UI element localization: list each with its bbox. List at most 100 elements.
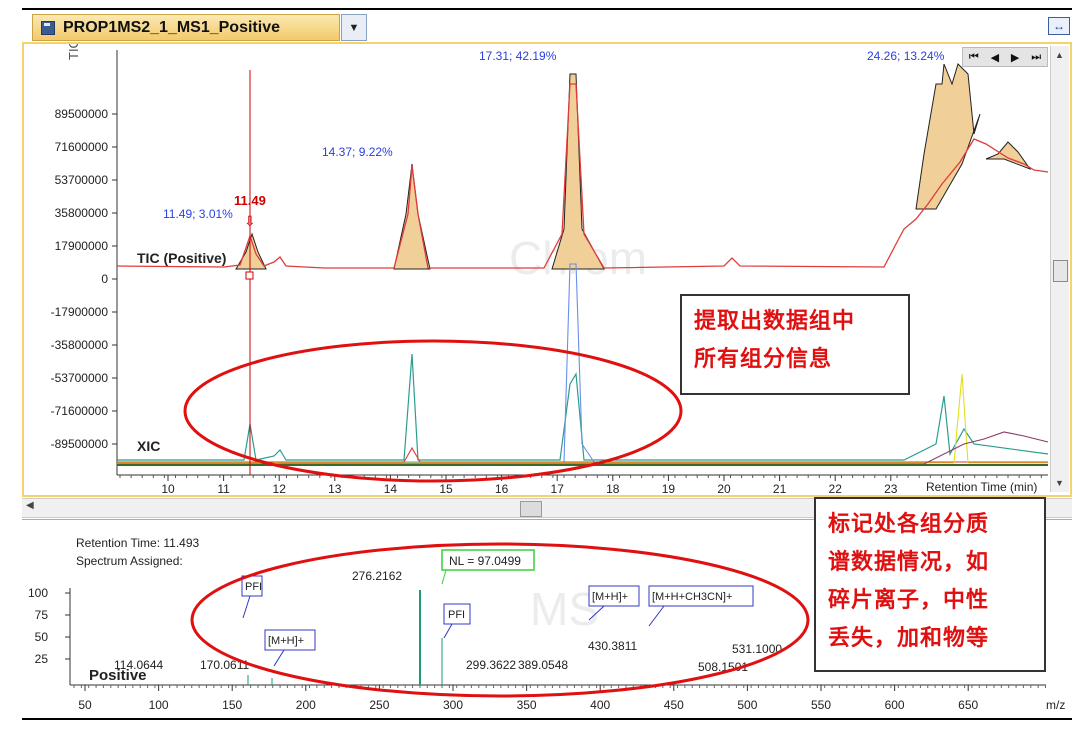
first-peak-icon[interactable]: ⏮ (969, 51, 979, 64)
peak-fill-14 (393, 163, 431, 270)
y-tick-label: 35800000 (55, 206, 109, 220)
spectrum-y-tick-label: 25 (35, 652, 49, 666)
y-tick-label: 71600000 (55, 140, 109, 154)
spectrum-annotation: 标记处各组分质 谱数据情况，如 碎片离子，中性 丢失，加和物等 (814, 497, 1046, 672)
spectrum-assigned-text: Spectrum Assigned: (76, 554, 183, 568)
vertical-scrollbar[interactable]: ▲ ▼ (1050, 46, 1069, 492)
spectrum-x-tick-label: 150 (222, 698, 242, 712)
x-tick-label: 23 (884, 482, 898, 495)
callout-pfi-2: PFI (448, 609, 465, 621)
y-axis-label: TIC (66, 44, 81, 60)
y-tick-label: -89500000 (51, 437, 109, 451)
callout-pfi-1: PFI (245, 581, 262, 593)
save-icon[interactable] (41, 20, 55, 35)
vertical-scroll-thumb[interactable] (1053, 260, 1068, 282)
x-ticks: 10 11 12 13 14 15 16 17 18 19 20 21 22 23 (119, 475, 1042, 496)
cursor-label: 11.49 (234, 193, 266, 208)
tab-title: PROP1MS2_1_MS1_Positive (63, 18, 280, 36)
callout-mh-2: [M+H]+ (592, 591, 628, 603)
x-tick-label: 16 (495, 482, 509, 495)
peak-fill-25 (985, 141, 1032, 171)
x-tick-label: 17 (551, 482, 565, 495)
annotation-line: 提取出数据组中 (694, 308, 856, 333)
y-tick-label: 17900000 (55, 239, 109, 253)
spectrum-x-tick-label: 450 (664, 698, 684, 712)
prev-peak-icon[interactable]: ◀ (991, 51, 999, 64)
expand-range-icon[interactable]: ↔ (1048, 17, 1070, 35)
peak-label-3: 17.31; 42.19% (479, 49, 557, 63)
spectrum-x-tick-label: 350 (517, 698, 537, 712)
spectrum-x-ticks: 50 100 150 200 250 300 350 400 450 500 550 600 650 (73, 685, 1047, 712)
spectrum-y-ticks: 100 75 50 25 (28, 586, 70, 666)
tab-prop1ms2[interactable]: PROP1MS2_1_MS1_Positive (32, 14, 340, 41)
peak-label-4: 24.26; 13.24% (867, 49, 945, 63)
xic-label: XIC (137, 438, 160, 454)
scroll-left-icon[interactable]: ◀ (26, 500, 34, 511)
last-peak-icon[interactable]: ⏭ (1031, 51, 1041, 64)
spectrum-x-tick-label: 300 (443, 698, 463, 712)
horizontal-scroll-thumb[interactable] (520, 501, 542, 517)
y-tick-label: 0 (101, 272, 108, 286)
mz-label-276: 276.2162 (352, 569, 402, 583)
annotation-line: 谱数据情况，如 (828, 549, 990, 574)
spectrum-x-tick-label: 200 (296, 698, 316, 712)
cursor-arrow-icon: ⇩ (244, 213, 256, 229)
retention-time-text: Retention Time: 11.493 (76, 536, 200, 550)
mz-label-430: 430.3811 (588, 639, 637, 653)
chromatogram-plot: TIC 89500000 71600000 53700000 35800000 1790… (51, 39, 1049, 496)
chromatogram-annotation: 提取出数据组中 所有组分信息 (680, 294, 910, 395)
spectrum-y-tick-label: 100 (28, 586, 48, 600)
peak-label-1: 11.49; 3.01% (163, 207, 233, 221)
spectrum-x-axis-label: m/z (1046, 698, 1065, 712)
y-ticks: 89500000 71600000 53700000 35800000 17900000… (51, 107, 117, 451)
chevron-down-icon: ▼ (348, 21, 360, 34)
bottom-divider (22, 718, 1072, 720)
y-tick-label: -35800000 (51, 338, 109, 352)
x-tick-label: 22 (829, 482, 843, 495)
spectrum-x-tick-label: 400 (590, 698, 610, 712)
callout-mh-1: [M+H]+ (268, 635, 304, 647)
nl-label: NL = 97.0499 (449, 554, 521, 568)
nl-pointer (441, 569, 447, 585)
callout-pointer (273, 649, 285, 667)
x-tick-label: 14 (384, 482, 398, 495)
y-tick-label: -53700000 (51, 371, 109, 385)
annotation-line: 丢失，加和物等 (828, 625, 990, 650)
cursor-marker[interactable] (245, 271, 254, 280)
peak-fill-24 (915, 63, 981, 210)
y-tick-label: -71600000 (51, 404, 109, 418)
x-tick-label: 18 (606, 482, 620, 495)
mz-label-299: 299.3622 (466, 658, 516, 672)
y-tick-label: 53700000 (55, 173, 109, 187)
scroll-up-icon[interactable]: ▲ (1055, 50, 1064, 60)
peak-label-2: 14.37; 9.22% (322, 145, 393, 159)
mz-label-389: 389.0548 (518, 658, 568, 672)
x-tick-label: 10 (161, 482, 175, 495)
spectrum-x-tick-label: 500 (737, 698, 757, 712)
x-tick-label: 15 (439, 482, 453, 495)
annotation-line: 所有组分信息 (694, 346, 833, 371)
chromatogram-panel[interactable]: TIC 89500000 71600000 53700000 35800000 1790… (22, 39, 1072, 497)
peak-navigation: ⏮ ◀ ▶ ⏭ (962, 47, 1048, 67)
spectrum-y-tick-label: 75 (35, 608, 49, 622)
top-divider (22, 8, 1072, 10)
spectrum-x-tick-label: 100 (149, 698, 169, 712)
spectrum-x-tick-label: 650 (958, 698, 978, 712)
tic-label: TIC (Positive) (137, 250, 226, 266)
callout-pointer (648, 605, 665, 627)
next-peak-icon[interactable]: ▶ (1011, 51, 1019, 64)
x-tick-label: 21 (773, 482, 787, 495)
tab-dropdown-button[interactable]: ▼ (341, 14, 367, 41)
y-tick-label: -17900000 (51, 305, 109, 319)
mz-label-114: 114.0644 (114, 658, 163, 672)
annotation-line: 碎片离子，中性 (828, 587, 990, 612)
callout-pointer (242, 595, 251, 619)
x-axis-label: Retention Time (min) (926, 480, 1037, 494)
scroll-down-icon[interactable]: ▼ (1055, 478, 1064, 488)
spectrum-x-tick-label: 50 (78, 698, 92, 712)
x-tick-label: 19 (662, 482, 676, 495)
spectrum-x-tick-label: 550 (811, 698, 831, 712)
x-tick-label: 20 (717, 482, 731, 495)
spectrum-x-tick-label: 600 (885, 698, 905, 712)
x-tick-label: 13 (328, 482, 342, 495)
